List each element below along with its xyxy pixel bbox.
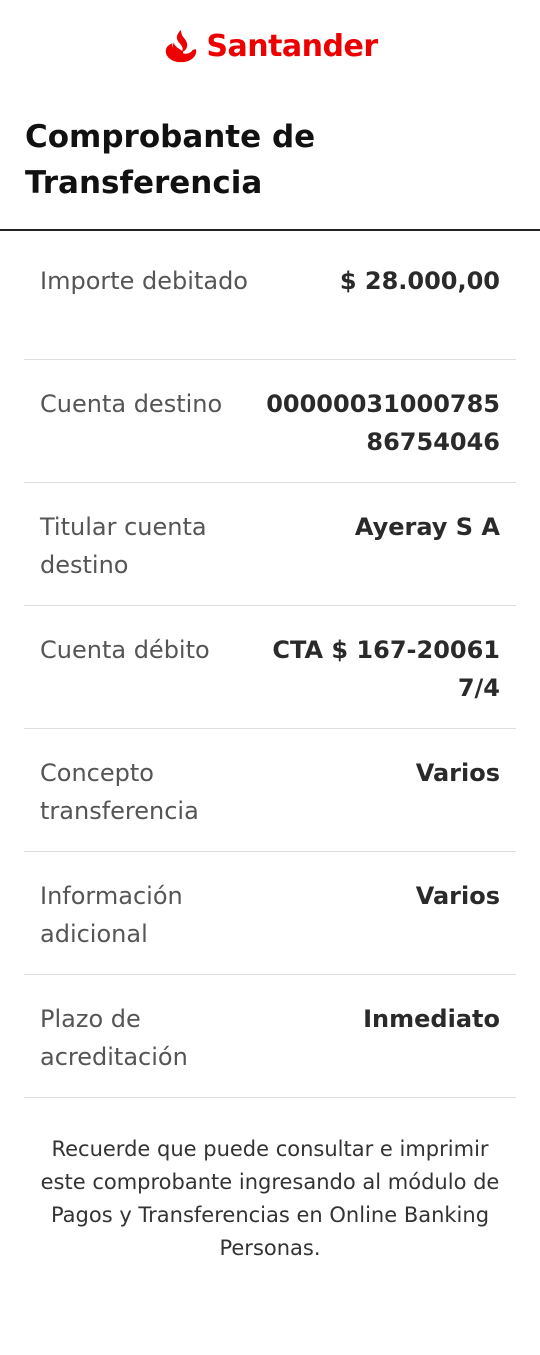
brand-name: Santander bbox=[206, 28, 378, 64]
detail-row-titular: Titular cuenta destino Ayeray S A bbox=[24, 483, 516, 606]
detail-row-concepto: Concepto transferencia Varios bbox=[24, 729, 516, 852]
detail-label: Cuenta débito bbox=[40, 636, 210, 664]
detail-value: CTA $ 167-200617/4 bbox=[272, 636, 500, 702]
detail-row-cuenta-destino: Cuenta destino 0000003100078586754046 bbox=[24, 360, 516, 483]
detail-row-plazo: Plazo de acreditación Inmediato bbox=[24, 975, 516, 1098]
page-title: Comprobante de Transferencia bbox=[25, 119, 316, 201]
detail-label: Titular cuenta destino bbox=[40, 513, 207, 579]
header: Santander bbox=[0, 22, 540, 70]
detail-value: Inmediato bbox=[363, 1005, 500, 1033]
detail-value: 0000003100078586754046 bbox=[266, 390, 500, 456]
detail-value: Ayeray S A bbox=[354, 513, 500, 541]
receipt-details: Importe debitado $ 28.000,00 Cuenta dest… bbox=[24, 237, 516, 1098]
santander-flame-icon bbox=[166, 29, 197, 63]
santander-logo: Santander bbox=[162, 27, 378, 65]
detail-label: Cuenta destino bbox=[40, 390, 223, 418]
detail-value: Varios bbox=[415, 759, 500, 787]
detail-label: Importe debitado bbox=[40, 267, 248, 295]
detail-label: Información adicional bbox=[40, 882, 183, 948]
detail-row-informacion: Información adicional Varios bbox=[24, 852, 516, 975]
detail-value: Varios bbox=[415, 882, 500, 910]
footer-note: Recuerde que puede consultar e imprimir … bbox=[40, 1137, 500, 1260]
detail-row-importe: Importe debitado $ 28.000,00 bbox=[24, 237, 516, 360]
detail-label: Concepto transferencia bbox=[40, 759, 199, 825]
detail-row-cuenta-debito: Cuenta débito CTA $ 167-200617/4 bbox=[24, 606, 516, 729]
detail-value: $ 28.000,00 bbox=[339, 267, 500, 295]
detail-label: Plazo de acreditación bbox=[40, 1005, 188, 1071]
title-divider bbox=[0, 229, 540, 231]
